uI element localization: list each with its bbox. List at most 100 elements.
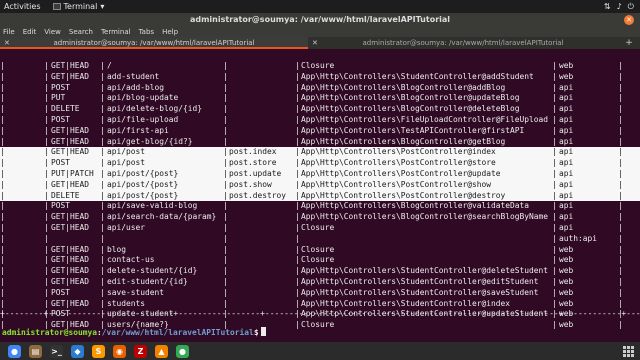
column-separator: | (44, 114, 49, 124)
route-method: GET|HEAD (51, 61, 90, 70)
column-separator: | (223, 212, 228, 222)
table-row: | | | | | | | POST save-student App\Http\Controll… (0, 288, 640, 299)
menu-item-help[interactable]: Help (162, 28, 178, 36)
chrome-icon[interactable]: ● (8, 344, 21, 358)
menu-item-view[interactable]: View (44, 28, 61, 36)
column-separator: | (223, 82, 228, 92)
route-uri: api/post/{post} (107, 168, 179, 178)
terminal-icon[interactable]: >_ (50, 344, 63, 358)
column-separator: | (44, 93, 49, 103)
sublime-icon[interactable]: S (92, 344, 105, 358)
route-middleware: auth:api (559, 233, 598, 243)
tab-1[interactable]: ✕ administrator@soumya: /var/www/html/la… (0, 37, 308, 49)
firefox-icon[interactable]: ◉ (113, 344, 126, 358)
column-separator: | (223, 201, 228, 211)
vlc-icon[interactable]: ▲ (155, 344, 168, 358)
new-tab-button[interactable]: + (618, 37, 640, 49)
menu-item-file[interactable]: File (3, 28, 15, 36)
power-icon[interactable]: ⏻ (628, 2, 634, 12)
table-row: | | | | | | | GET|HEAD contact-us Closure web (0, 255, 640, 266)
column-separator: | (618, 298, 623, 308)
column-separator: | (295, 201, 300, 211)
column-separator: | (0, 276, 5, 286)
column-separator: | (223, 136, 228, 146)
column-separator: | (44, 201, 49, 211)
table-row: | | | | | | | GET|HEAD students App\Http\Controll… (0, 299, 640, 310)
route-uri: api/post/{post} (107, 190, 179, 200)
close-tab-icon[interactable]: ✕ (4, 37, 10, 49)
menu-item-search[interactable]: Search (69, 28, 93, 36)
table-row: | | | | | | | POST api/save-valid-blog App\Http\C… (0, 201, 640, 212)
shell-prompt[interactable]: administrator@soumya:/var/www/html/larav… (2, 327, 266, 337)
column-separator: | (223, 179, 228, 189)
menu-item-terminal[interactable]: Terminal (101, 28, 131, 36)
column-separator: | (0, 158, 5, 168)
column-separator: | (0, 298, 5, 308)
prompt-user: administrator@soumya (2, 328, 98, 337)
route-uri: api/save-valid-blog (107, 201, 198, 211)
route-action: App\Http\Controllers\FileUploadControlle… (301, 114, 549, 124)
route-action: App\Http\Controllers\PostController@show (301, 179, 492, 189)
vscode-icon[interactable]: ◆ (71, 344, 84, 358)
table-row: | | | | | | | GET|HEAD delete-student/{id} App\Ht… (0, 266, 640, 277)
menu-bar: File Edit View Search Terminal Tabs Help (0, 27, 640, 37)
system-tray[interactable]: ⇅ ♪ ⏻ (604, 2, 634, 12)
window-title: administrator@soumya: /var/www/html/lara… (189, 15, 451, 24)
column-separator: | (618, 71, 623, 81)
terminal-output[interactable]: | | | | | | | GET|HEAD / Closure web | | | | | | | GET|HEA… (0, 49, 640, 342)
files-icon[interactable]: ▤ (29, 344, 42, 358)
column-separator: | (0, 168, 5, 178)
route-action: App\Http\Controllers\BlogController@vali… (301, 201, 530, 211)
column-separator: | (100, 244, 105, 254)
column-separator: | (618, 179, 623, 189)
route-middleware: api (559, 125, 574, 135)
column-separator: | (295, 179, 300, 189)
column-separator: | (44, 179, 49, 189)
route-middleware: web (559, 244, 574, 254)
route-method: PUT|PATCH (51, 168, 94, 178)
menu-item-edit[interactable]: Edit (23, 28, 37, 36)
tab-2[interactable]: ✕ administrator@soumya: /var/www/html/la… (308, 37, 618, 49)
column-separator: | (295, 93, 300, 103)
app-menu[interactable]: Terminal ▾ (52, 2, 105, 11)
menu-item-tabs[interactable]: Tabs (139, 28, 155, 36)
column-separator: | (295, 276, 300, 286)
column-separator: | (0, 93, 5, 103)
column-separator: | (100, 233, 105, 243)
route-action: Closure (301, 61, 335, 70)
column-separator: | (552, 168, 557, 178)
route-action: App\Http\Controllers\StudentController@d… (301, 266, 549, 276)
route-middleware: api (559, 201, 574, 211)
close-window-button[interactable]: ✕ (624, 15, 634, 25)
column-separator: | (0, 255, 5, 265)
column-separator: | (100, 104, 105, 114)
activities-button[interactable]: Activities (4, 2, 41, 11)
column-separator: | (552, 71, 557, 81)
route-uri: contact-us (107, 255, 155, 265)
column-separator: | (100, 276, 105, 286)
column-separator: | (552, 158, 557, 168)
column-separator: | (44, 298, 49, 308)
route-action: Closure (301, 222, 335, 232)
gnome-top-bar: Activities Terminal ▾ ⇅ ♪ ⏻ (0, 0, 640, 13)
close-tab-icon[interactable]: ✕ (312, 37, 318, 49)
filezilla-icon[interactable]: Z (134, 344, 147, 358)
column-separator: | (0, 82, 5, 92)
column-separator: | (100, 125, 105, 135)
network-icon[interactable]: ⇅ (604, 2, 611, 12)
route-method: GET|HEAD (51, 212, 90, 222)
route-method: POST (51, 82, 71, 92)
column-separator: | (295, 190, 300, 200)
route-uri: api/add-blog (107, 82, 165, 92)
column-separator: | (618, 136, 623, 146)
route-name: post.index (229, 147, 277, 157)
show-applications-icon[interactable] (623, 345, 634, 357)
column-separator: | (223, 190, 228, 200)
column-separator: | (0, 125, 5, 135)
volume-icon[interactable]: ♪ (617, 2, 622, 12)
chrome-alt-icon[interactable]: ● (176, 344, 189, 358)
window-titlebar[interactable]: administrator@soumya: /var/www/html/lara… (0, 13, 640, 27)
column-separator: | (618, 287, 623, 297)
chevron-down-icon: ▾ (100, 2, 105, 11)
column-separator: | (618, 147, 623, 157)
